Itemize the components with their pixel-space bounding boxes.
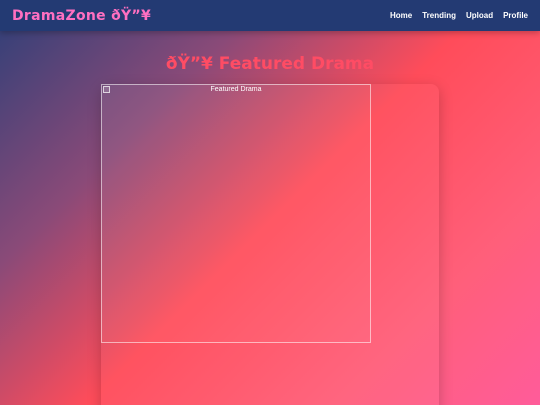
featured-image-alt-text: Featured Drama xyxy=(210,86,262,93)
page-title: ðŸ”¥ Featured Drama xyxy=(165,54,375,74)
nav-links: Home Trending Upload Profile xyxy=(390,11,528,20)
brand-logo[interactable]: DramaZone ðŸ”¥ xyxy=(12,8,151,24)
featured-image[interactable]: Featured Drama xyxy=(101,84,371,343)
nav-link-profile[interactable]: Profile xyxy=(503,11,528,20)
nav-link-trending[interactable]: Trending xyxy=(422,11,456,20)
top-navbar: DramaZone ðŸ”¥ Home Trending Upload Prof… xyxy=(0,0,540,31)
nav-link-home[interactable]: Home xyxy=(390,11,412,20)
nav-link-upload[interactable]: Upload xyxy=(466,11,493,20)
